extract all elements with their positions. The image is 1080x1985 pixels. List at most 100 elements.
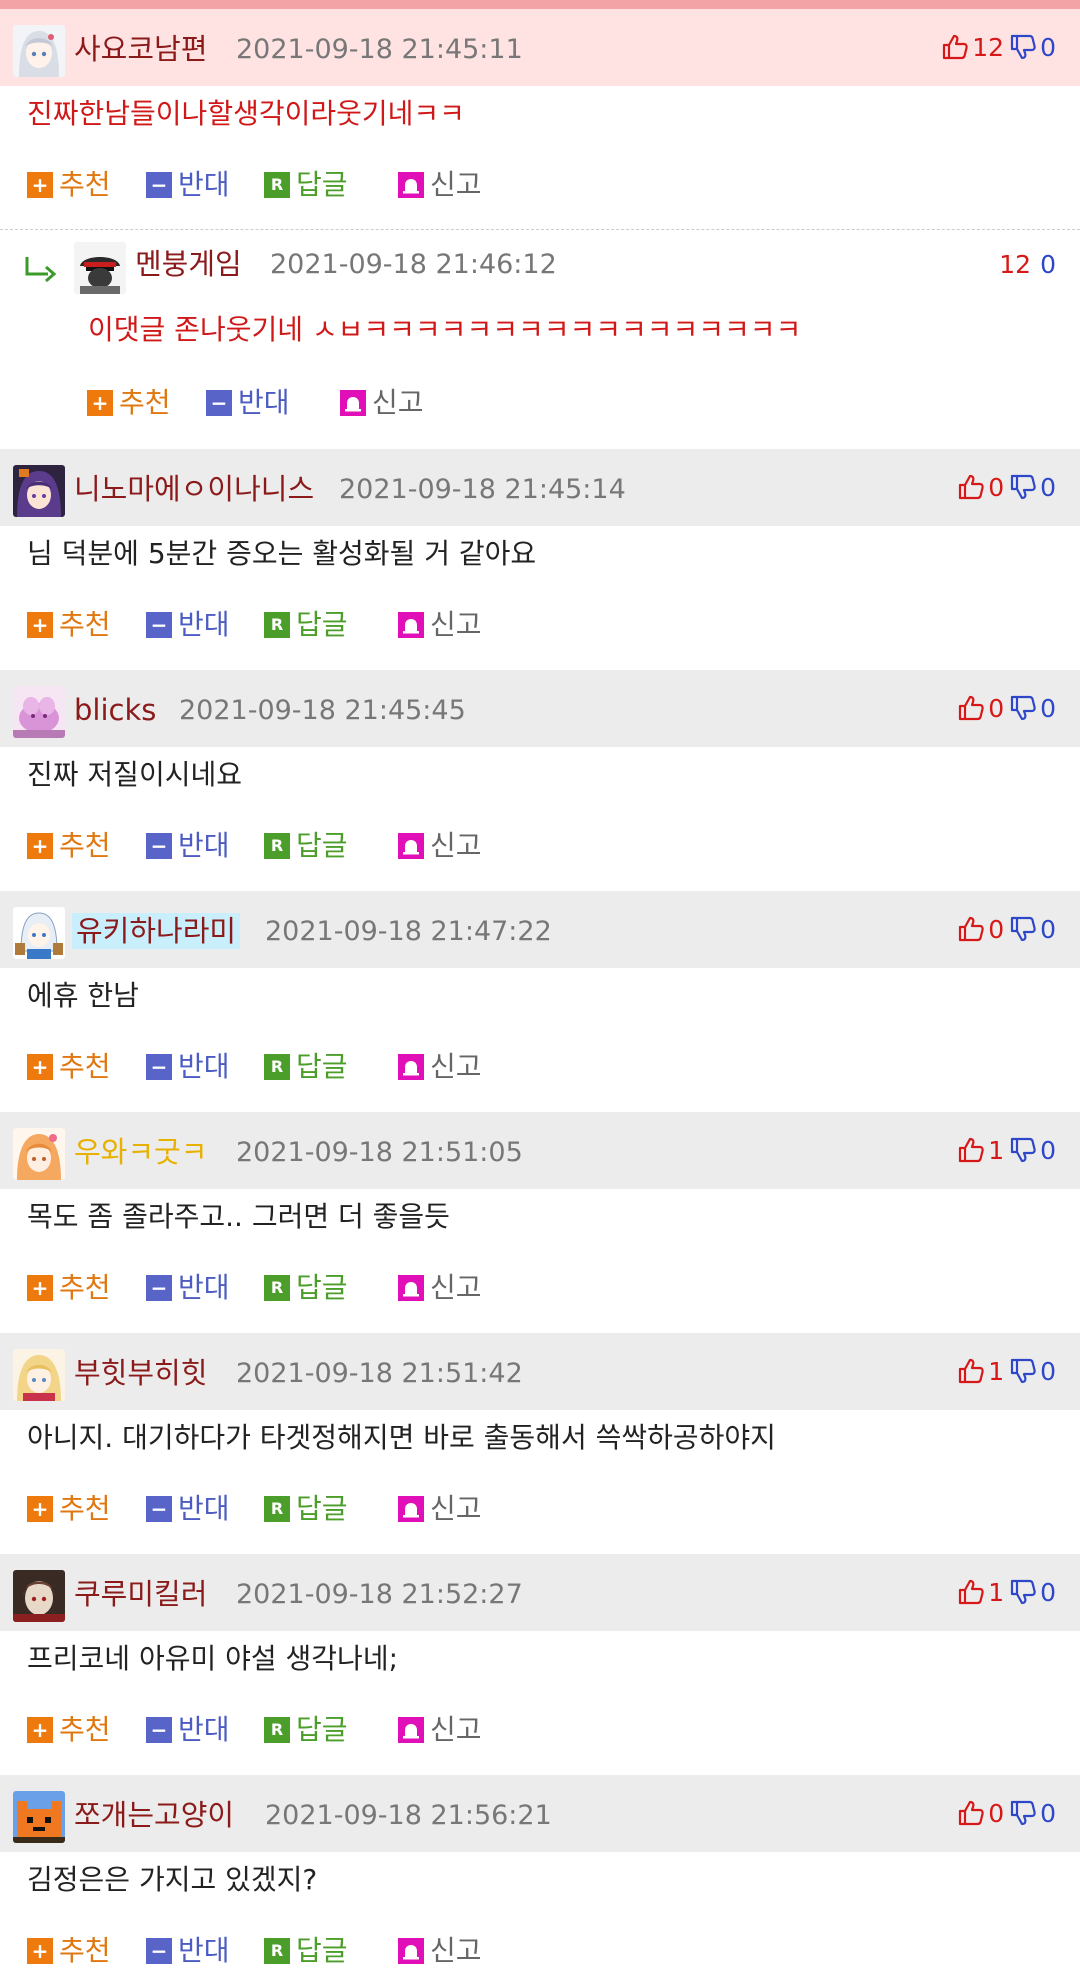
nickname[interactable]: 사요코남편 [74,31,207,67]
recommend-button[interactable]: + 추천 [87,385,171,421]
nickname[interactable]: blicks [74,692,156,728]
comment-header: 유키하나라미 2021-09-18 21:47:22 0 0 [0,891,1080,968]
siren-icon [398,1938,424,1964]
nickname[interactable]: 쪼개는고양이 [74,1797,234,1833]
comment-text: 에휴 한남 [27,979,139,1012]
oppose-button[interactable]: − 반대 [146,1270,230,1306]
oppose-button[interactable]: − 반대 [206,385,290,421]
comment-text: 이댓글 존나웃기네 ㅅㅂㅋㅋㅋㅋㅋㅋㅋㅋㅋㅋㅋㅋㅋㅋㅋㅋㅋ [88,313,802,346]
thumbs-down-icon[interactable] [1009,1578,1037,1606]
oppose-button[interactable]: − 반대 [146,1491,230,1527]
siren-icon [398,1275,424,1301]
report-button[interactable]: 신고 [398,1933,482,1969]
recommend-button[interactable]: + 추천 [27,1712,111,1748]
oppose-button[interactable]: − 반대 [146,1049,230,1085]
nickname[interactable]: 멘붕게임 [135,246,242,282]
recommend-label: 추천 [59,1492,111,1525]
comment-body: 아니지. 대기하다가 타겟정해지면 바로 출동해서 쓱싹하공하야지 [0,1410,1080,1477]
oppose-button[interactable]: − 반대 [146,1933,230,1969]
thumbs-up-icon[interactable] [957,915,985,943]
comment-header: 사요코남편 2021-09-18 21:45:11 12 0 [0,9,1080,86]
thumbs-down-icon[interactable] [1009,1136,1037,1164]
recommend-button[interactable]: + 추천 [27,167,111,203]
report-button[interactable]: 신고 [340,385,424,421]
thumbs-up-icon[interactable] [957,1578,985,1606]
upvote-count: 0 [988,693,1005,723]
reply-button[interactable]: R 답글 [264,828,348,864]
reply-label: 답글 [296,829,348,862]
thumbs-up-icon[interactable] [957,694,985,722]
recommend-label: 추천 [59,168,111,201]
thumbs-down-icon[interactable] [1009,694,1037,722]
reply-icon: R [264,1054,290,1080]
thumbs-up-icon[interactable] [957,473,985,501]
recommend-button[interactable]: + 추천 [27,1049,111,1085]
comment-actions: + 추천 − 반대 R 답글 신고 [0,1919,1080,1985]
avatar[interactable] [13,465,65,517]
upvote-count: 12 [999,249,1032,279]
timestamp: 2021-09-18 21:52:27 [236,1579,523,1610]
plus-icon: + [27,172,53,198]
thumbs-down-icon[interactable] [1009,473,1037,501]
comment-header: 쿠루미킬러 2021-09-18 21:52:27 1 0 [0,1554,1080,1631]
oppose-button[interactable]: − 반대 [146,607,230,643]
avatar[interactable] [13,686,65,738]
report-button[interactable]: 신고 [398,167,482,203]
minus-icon: − [206,390,232,416]
siren-icon [398,172,424,198]
thumbs-up-icon[interactable] [957,1136,985,1164]
reply-icon: R [264,1938,290,1964]
recommend-label: 추천 [59,608,111,641]
nickname[interactable]: 유키하나라미 [72,913,241,949]
report-button[interactable]: 신고 [398,1712,482,1748]
nickname[interactable]: 부힛부히힛 [74,1355,207,1391]
report-button[interactable]: 신고 [398,828,482,864]
comment-body: 님 덕분에 5분간 증오는 활성화될 거 같아요 [0,526,1080,593]
comment-actions: + 추천 − 반대 R 답글 신고 [0,1035,1080,1112]
reply-button[interactable]: R 답글 [264,1049,348,1085]
thumbs-up-icon[interactable] [957,1799,985,1827]
reply-button[interactable]: R 답글 [264,1491,348,1527]
avatar[interactable] [13,1349,65,1401]
nickname[interactable]: 우와ㅋ굿ㅋ [74,1134,207,1170]
reply-button[interactable]: R 답글 [264,607,348,643]
reply-button[interactable]: R 답글 [264,167,348,203]
report-button[interactable]: 신고 [398,607,482,643]
thumbs-down-icon[interactable] [1009,1357,1037,1385]
recommend-button[interactable]: + 추천 [27,1933,111,1969]
reply-label: 답글 [296,168,348,201]
reply-button[interactable]: R 답글 [264,1270,348,1306]
recommend-button[interactable]: + 추천 [27,828,111,864]
oppose-button[interactable]: − 반대 [146,167,230,203]
thumbs-down-icon[interactable] [1009,33,1037,61]
recommend-button[interactable]: + 추천 [27,607,111,643]
recommend-button[interactable]: + 추천 [27,1491,111,1527]
avatar[interactable] [13,907,65,959]
report-button[interactable]: 신고 [398,1491,482,1527]
plus-icon: + [27,833,53,859]
avatar[interactable] [13,1570,65,1622]
avatar[interactable] [13,25,65,77]
thumbs-down-icon[interactable] [1009,1799,1037,1827]
reply-button[interactable]: R 답글 [264,1933,348,1969]
report-button[interactable]: 신고 [398,1270,482,1306]
recommend-button[interactable]: + 추천 [27,1270,111,1306]
thumbs-up-icon[interactable] [957,1357,985,1385]
nickname[interactable]: 쿠루미킬러 [74,1576,207,1612]
downvote-count: 0 [1040,1577,1056,1607]
reply-button[interactable]: R 답글 [264,1712,348,1748]
avatar[interactable] [74,242,126,294]
avatar[interactable] [13,1128,65,1180]
comment-header: 니노마에ㅇ이나니스 2021-09-18 21:45:14 0 0 [0,449,1080,526]
thumbs-up-icon[interactable] [941,33,969,61]
nickname[interactable]: 니노마에ㅇ이나니스 [74,471,314,507]
oppose-button[interactable]: − 반대 [146,828,230,864]
thumbs-down-icon[interactable] [1009,915,1037,943]
oppose-button[interactable]: − 반대 [146,1712,230,1748]
downvote-count: 0 [1040,249,1056,279]
report-button[interactable]: 신고 [398,1049,482,1085]
oppose-label: 반대 [178,1271,230,1304]
vote-counts: 0 0 [957,1793,1056,1833]
upvote-count: 12 [972,32,1005,62]
avatar[interactable] [13,1791,65,1843]
